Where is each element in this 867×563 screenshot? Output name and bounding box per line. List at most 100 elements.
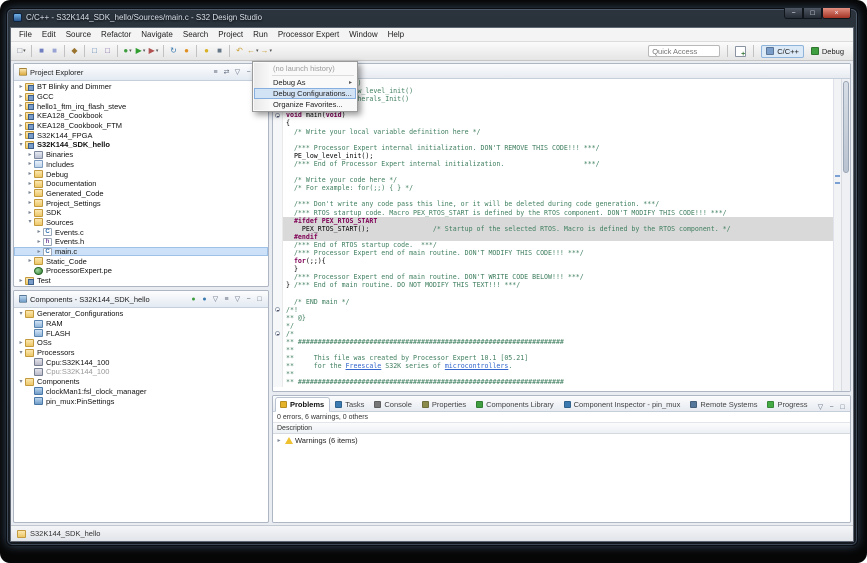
- expander-collapsed-icon[interactable]: ▸: [26, 200, 34, 206]
- expander-collapsed-icon[interactable]: ▸: [17, 278, 25, 284]
- tree-item-processorexpert-pe[interactable]: ProcessorExpert.pe: [14, 266, 268, 276]
- tree-item-processors[interactable]: ▾ Processors: [14, 348, 268, 358]
- code-line[interactable]: [273, 168, 833, 177]
- dropdown-caret-icon[interactable]: ▾: [143, 48, 146, 54]
- code-line[interactable]: **: [273, 370, 833, 379]
- processor-expert-generate-icon[interactable]: ↻: [167, 44, 180, 58]
- tree-item-gcc[interactable]: ▸ GCC: [14, 92, 268, 102]
- search-icon[interactable]: ●: [200, 44, 213, 58]
- menu-search[interactable]: Search: [178, 29, 213, 40]
- code-editor[interactable]: ** - main()** - PE_low_level_init()** - …: [273, 79, 833, 391]
- tree-item-debug[interactable]: ▸ Debug: [14, 169, 268, 179]
- code-line[interactable]: /*: [273, 329, 833, 338]
- code-line[interactable]: #ifdef PEX_RTOS_START: [273, 216, 833, 225]
- fold-collapse-icon[interactable]: [275, 112, 280, 118]
- expander-collapsed-icon[interactable]: ▸: [26, 152, 34, 158]
- tree-item-binaries[interactable]: ▸ Binaries: [14, 150, 268, 160]
- expander-collapsed-icon[interactable]: ▸: [26, 258, 34, 264]
- link-with-editor-icon[interactable]: ⇄: [221, 68, 232, 76]
- last-edit-location-icon[interactable]: ↶: [233, 44, 246, 58]
- code-line[interactable]: ** This file was created by Processor Ex…: [273, 354, 833, 363]
- tree-item-test[interactable]: ▸ Test: [14, 276, 268, 286]
- tree-item-oss[interactable]: ▸ OSs: [14, 338, 268, 348]
- processor-expert-icon[interactable]: ●: [180, 44, 193, 58]
- tree-item-sdk[interactable]: ▸ SDK: [14, 208, 268, 218]
- problems-group-row[interactable]: ▸ Warnings (6 items): [273, 435, 850, 446]
- project-explorer-tab[interactable]: Project Explorer: [17, 68, 87, 77]
- maximize-icon[interactable]: □: [254, 296, 265, 303]
- tree-item-events-c[interactable]: ▸Events.c: [14, 227, 268, 237]
- back-icon[interactable]: ← ▾: [246, 44, 260, 58]
- code-line[interactable]: for(;;){: [273, 257, 833, 266]
- code-line[interactable]: **: [273, 346, 833, 355]
- tree-item-components[interactable]: ▾ Components: [14, 377, 268, 387]
- build-icon[interactable]: ◆: [68, 44, 81, 58]
- generate-code-icon[interactable]: ●: [188, 296, 199, 303]
- code-line[interactable]: ** #####################################…: [273, 378, 833, 387]
- tab-remote-systems[interactable]: Remote Systems: [686, 398, 762, 411]
- expander-collapsed-icon[interactable]: ▸: [17, 84, 25, 90]
- open-perspective-icon[interactable]: [735, 45, 747, 58]
- perspective-debug[interactable]: Debug: [806, 45, 849, 58]
- tree-item-project-settings[interactable]: ▸ Project_Settings: [14, 198, 268, 208]
- code-line[interactable]: */: [273, 321, 833, 330]
- menu-navigate[interactable]: Navigate: [136, 29, 178, 40]
- tab-component-inspector-pin-mux[interactable]: Component Inspector - pin_mux: [560, 398, 686, 411]
- expander-expanded-icon[interactable]: ▾: [26, 219, 34, 225]
- menu-file[interactable]: File: [14, 29, 37, 40]
- menu-item-debug-as[interactable]: Debug As ▸: [254, 77, 356, 88]
- view-menu-icon[interactable]: ▽: [232, 68, 243, 76]
- new-c-project-icon[interactable]: □: [88, 44, 101, 58]
- code-line[interactable]: /*!: [273, 305, 833, 314]
- expander-collapsed-icon[interactable]: ▸: [17, 340, 25, 346]
- view-menu-icon[interactable]: ▽: [232, 295, 243, 303]
- dropdown-caret-icon[interactable]: ▾: [129, 48, 132, 54]
- minimize-icon[interactable]: −: [243, 296, 254, 303]
- menu-window[interactable]: Window: [344, 29, 382, 40]
- tree-item-generator-configurations[interactable]: ▾ Generator_Configurations: [14, 309, 268, 319]
- expander-collapsed-icon[interactable]: ▸: [17, 123, 25, 129]
- tree-item-bt-blinky-and-dimmer[interactable]: ▸ BT Blinky and Dimmer: [14, 82, 268, 92]
- code-line[interactable]: [273, 135, 833, 144]
- dropdown-caret-icon[interactable]: ▾: [23, 48, 26, 54]
- menu-run[interactable]: Run: [248, 29, 273, 40]
- tab-progress[interactable]: Progress: [763, 398, 812, 411]
- tab-properties[interactable]: Properties: [418, 398, 471, 411]
- tree-item-hello1-ftm-irq-flash-steve[interactable]: ▸ hello1_ftm_irq_flash_steve: [14, 101, 268, 111]
- code-line[interactable]: /* For example: for(;;) { } */: [273, 184, 833, 193]
- new-cpp-project-icon[interactable]: □: [101, 44, 114, 58]
- code-line[interactable]: /*** Processor Expert end of main routin…: [273, 273, 833, 282]
- code-line[interactable]: /* END main */: [273, 297, 833, 306]
- tree-item-static-code[interactable]: ▸ Static_Code: [14, 256, 268, 266]
- minimize-icon[interactable]: −: [826, 404, 837, 411]
- expander-collapsed-icon[interactable]: ▸: [35, 239, 43, 245]
- expander-collapsed-icon[interactable]: ▸: [17, 132, 25, 138]
- expander-collapsed-icon[interactable]: ▸: [26, 181, 34, 187]
- code-line[interactable]: /*** Processor Expert internal initializ…: [273, 143, 833, 152]
- scrollbar-thumb[interactable]: [843, 81, 849, 173]
- code-line[interactable]: /*** End of RTOS startup code. ***/: [273, 240, 833, 249]
- expander-collapsed-icon[interactable]: ▸: [275, 438, 283, 444]
- external-tools-icon[interactable]: ▶ ▾: [147, 44, 160, 58]
- expander-collapsed-icon[interactable]: ▸: [26, 171, 34, 177]
- title-bar[interactable]: C/C++ - S32K144_SDK_hello/Sources/main.c…: [7, 8, 857, 26]
- code-line[interactable]: /*** End of Processor Expert internal in…: [273, 159, 833, 169]
- forward-icon[interactable]: → ▾: [260, 44, 274, 58]
- close-button[interactable]: ×: [822, 8, 851, 19]
- menu-refactor[interactable]: Refactor: [96, 29, 136, 40]
- collapse-all-icon[interactable]: ≡: [210, 69, 221, 76]
- expander-collapsed-icon[interactable]: ▸: [26, 210, 34, 216]
- debug-icon[interactable]: ● ▾: [121, 44, 134, 58]
- tree-item-s32k144-sdk-hello[interactable]: ▾ S32K144_SDK_hello: [14, 140, 268, 150]
- expander-collapsed-icon[interactable]: ▸: [17, 94, 25, 100]
- processor-icon[interactable]: ●: [199, 296, 210, 303]
- code-line[interactable]: /* Write your local variable definition …: [273, 127, 833, 136]
- code-line[interactable]: #endif: [273, 232, 833, 241]
- menu-source[interactable]: Source: [61, 29, 96, 40]
- code-line[interactable]: /*** Don't write any code pass this line…: [273, 200, 833, 209]
- tab-problems[interactable]: Problems: [275, 397, 331, 412]
- menu-processor-expert[interactable]: Processor Expert: [273, 29, 344, 40]
- expander-expanded-icon[interactable]: ▾: [17, 350, 25, 356]
- expander-expanded-icon[interactable]: ▾: [17, 379, 25, 385]
- menu-edit[interactable]: Edit: [37, 29, 61, 40]
